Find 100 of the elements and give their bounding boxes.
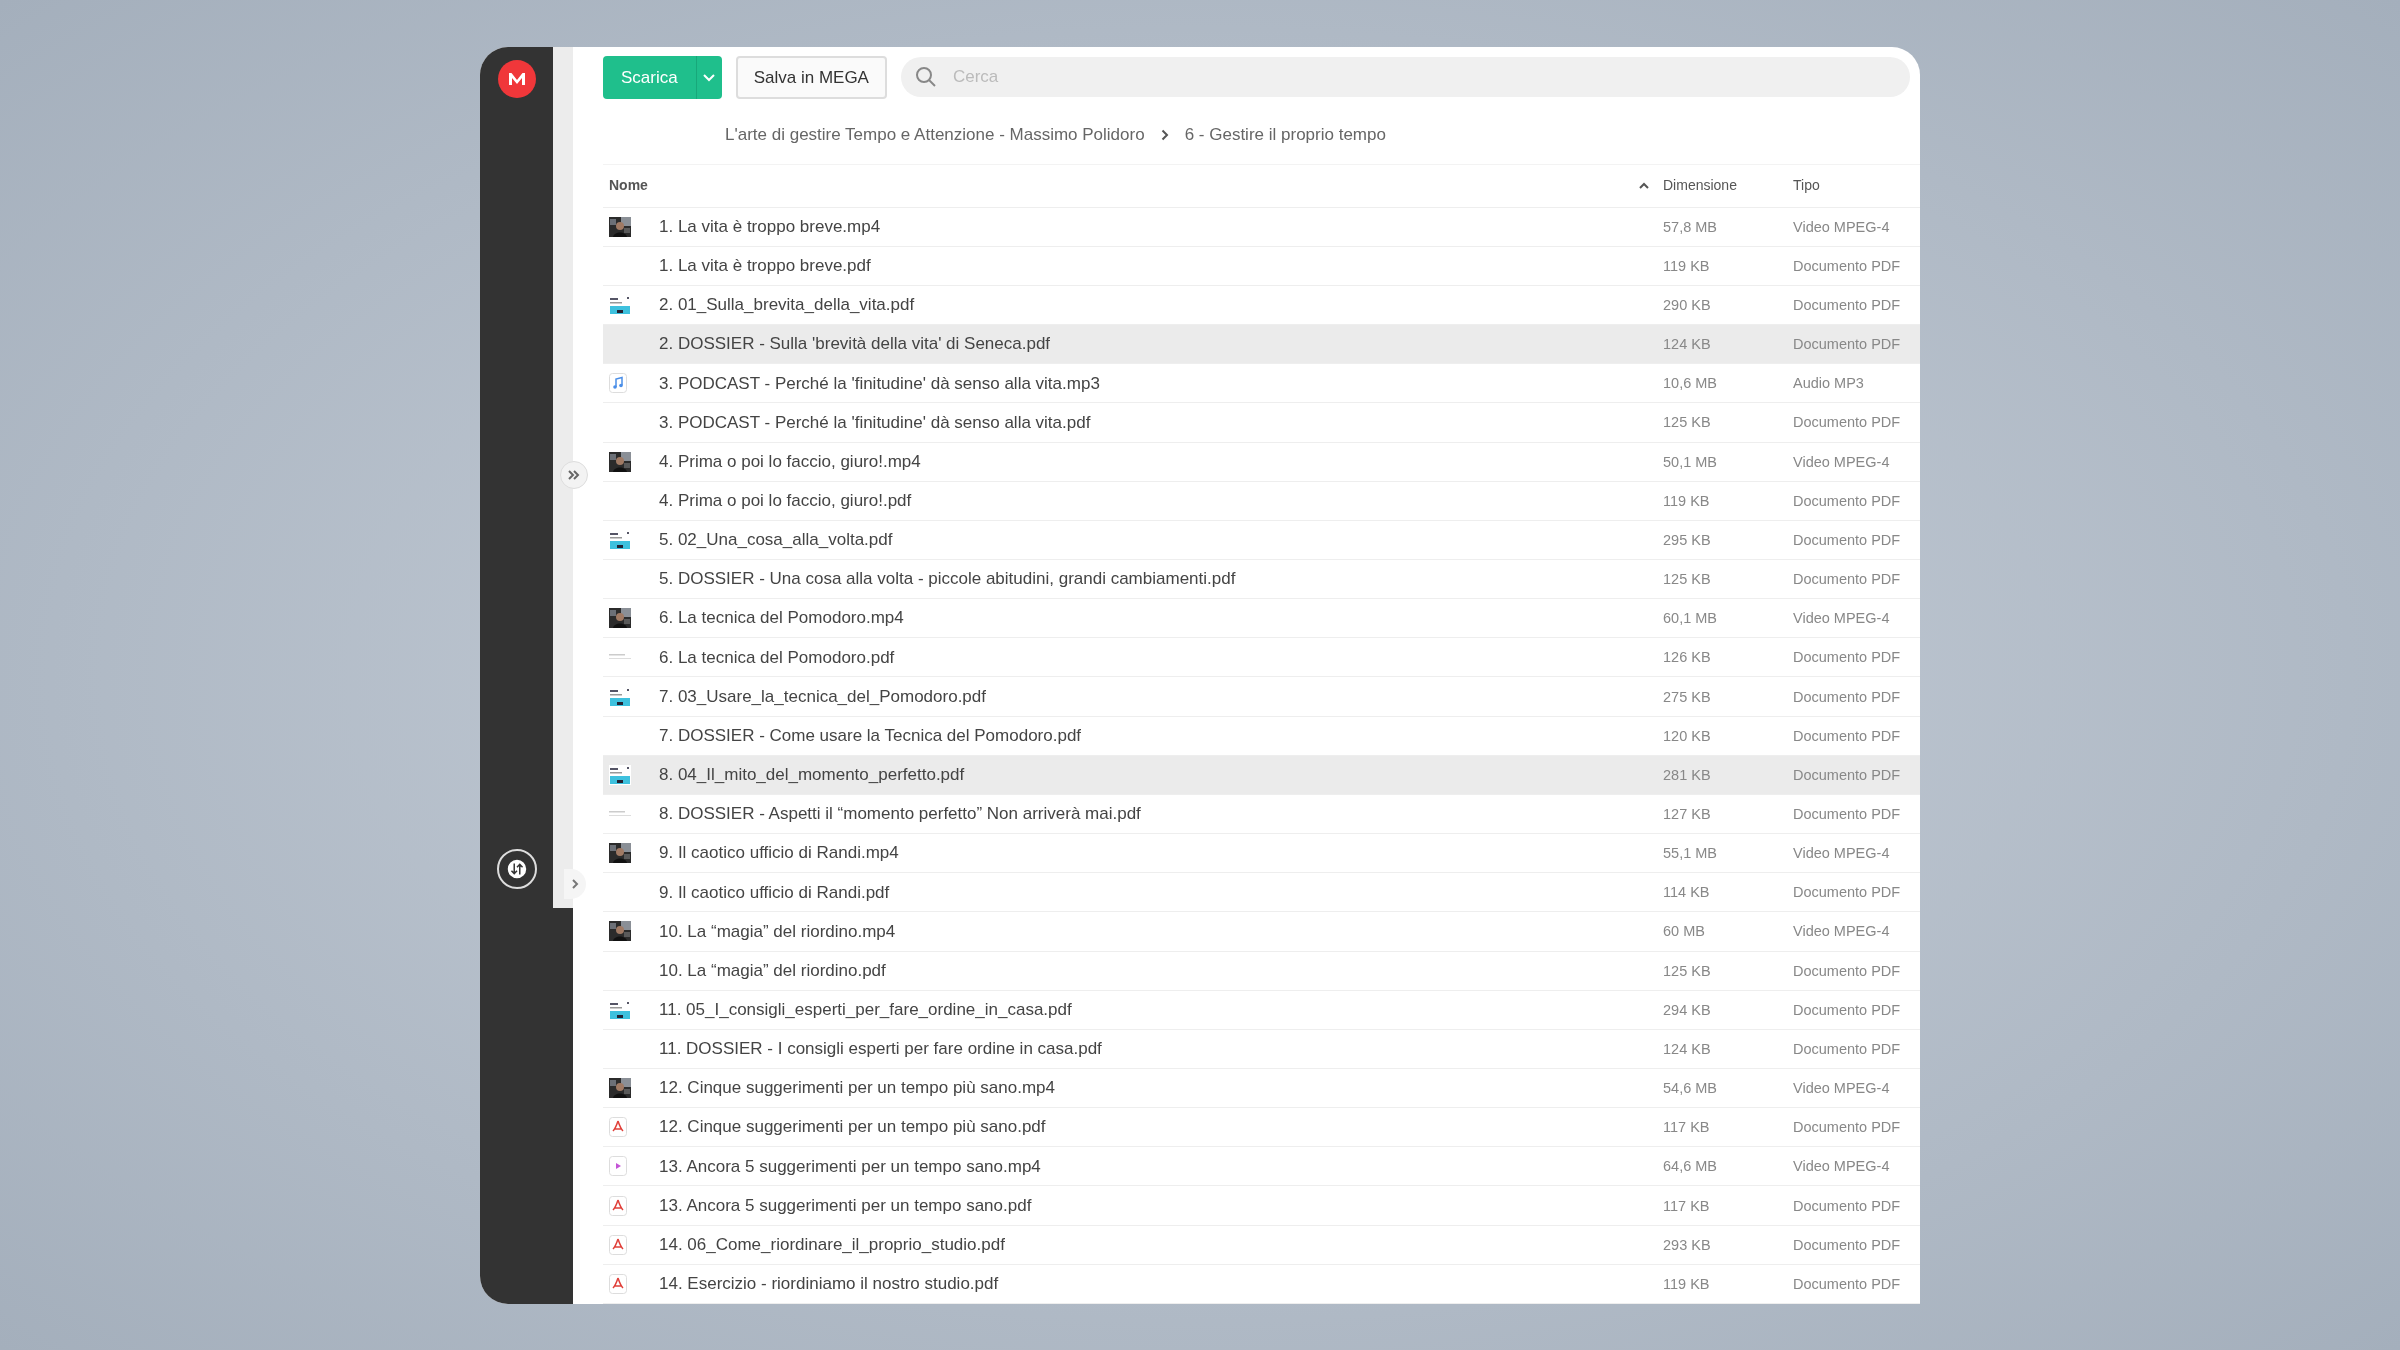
file-name[interactable]: 13. Ancora 5 suggerimenti per un tempo sano.mp4 xyxy=(659,1153,1041,1180)
pdf-file-icon xyxy=(609,1195,627,1216)
column-header[interactable]: Tipo xyxy=(1793,165,1920,207)
file-row[interactable]: 14. Esercizio - riordiniamo il nostro studio.pdf 119 KB Documento PDF xyxy=(603,1264,1920,1304)
file-name[interactable]: 12. Cinque suggerimenti per un tempo più sano.pdf xyxy=(659,1114,1046,1140)
file-row[interactable]: 9. Il caotico ufficio di Randi.mp4 55,1 MB Video MPEG-4 xyxy=(603,834,1920,874)
file-name[interactable]: 6. La tecnica del Pomodoro.mp4 xyxy=(659,605,904,631)
file-name[interactable]: 14. 06_Come_riordinare_il_proprio_studio.pdf xyxy=(659,1231,1005,1258)
save-to-cloud-button[interactable]: Salva in MEGA xyxy=(735,56,887,99)
file-size: 294 KB xyxy=(1663,1001,1711,1018)
file-size: 57,8 MB xyxy=(1663,218,1717,235)
file-row[interactable]: 12. Cinque suggerimenti per un tempo più sano.mp4 54,6 MB Video MPEG-4 xyxy=(603,1069,1920,1109)
chevron-right-icon[interactable] xyxy=(564,869,586,899)
file-row[interactable]: 1. La vita è troppo breve.mp4 57,8 MB Video MPEG-4 xyxy=(603,207,1920,247)
breadcrumb-link[interactable]: 6 - Gestire il proprio tempo xyxy=(1184,122,1386,148)
file-name[interactable]: 2. DOSSIER - Sulla 'brevità della vita' di Seneca.pdf xyxy=(659,331,1051,357)
file-size: 125 KB xyxy=(1663,414,1711,431)
file-type: Video MPEG-4 xyxy=(1793,1080,1890,1097)
file-type: Documento PDF xyxy=(1793,492,1901,509)
file-size: 119 KB xyxy=(1663,257,1710,274)
file-row[interactable]: 3. PODCAST - Perché la 'finitudine' dà senso alla vita.mp3 10,6 MB Audio MP3 xyxy=(603,364,1920,404)
file-name[interactable]: 1. La vita è troppo breve.pdf xyxy=(659,253,871,279)
document-thumbnail-icon xyxy=(609,686,631,707)
file-name[interactable]: 7. DOSSIER - Come usare la Tecnica del Pomodoro.pdf xyxy=(659,722,1082,749)
file-size: 124 KB xyxy=(1663,336,1711,353)
file-row[interactable]: 2. DOSSIER - Sulla 'brevità della vita' di Seneca.pdf 124 KB Documento PDF xyxy=(603,325,1920,365)
file-name[interactable]: 4. Prima o poi lo faccio, giuro!.pdf xyxy=(659,488,912,514)
file-type: Documento PDF xyxy=(1793,257,1901,274)
document-thumbnail-icon xyxy=(609,999,631,1020)
file-type: Documento PDF xyxy=(1793,414,1901,431)
file-name[interactable]: 10. La “magia” del riordino.mp4 xyxy=(659,918,896,945)
file-row[interactable]: 11. 05_I_consigli_esperti_per_fare_ordine_in_casa.pdf 294 KB Documento PDF xyxy=(603,990,1920,1030)
file-row[interactable]: 13. Ancora 5 suggerimenti per un tempo sano.mp4 64,6 MB Video MPEG-4 xyxy=(603,1147,1920,1187)
file-name[interactable]: 5. 02_Una_cosa_alla_volta.pdf xyxy=(659,527,893,553)
chevron-right-icon xyxy=(1160,128,1169,141)
file-type: Documento PDF xyxy=(1793,1197,1901,1214)
file-row[interactable]: 7. 03_Usare_la_tecnica_del_Pomodoro.pdf 275 KB Documento PDF xyxy=(603,677,1920,717)
file-type: Video MPEG-4 xyxy=(1793,610,1890,627)
file-name[interactable]: 1. La vita è troppo breve.mp4 xyxy=(659,213,881,240)
file-name[interactable]: 13. Ancora 5 suggerimenti per un tempo sano.pdf xyxy=(659,1192,1032,1219)
file-type: Video MPEG-4 xyxy=(1793,845,1890,862)
file-name[interactable]: 10. La “magia” del riordino.pdf xyxy=(659,957,886,984)
column-header[interactable]: Nome xyxy=(609,165,1663,207)
file-row[interactable]: 6. La tecnica del Pomodoro.mp4 60,1 MB Video MPEG-4 xyxy=(603,599,1920,639)
file-name[interactable]: 12. Cinque suggerimenti per un tempo più sano.mp4 xyxy=(659,1075,1055,1101)
file-row[interactable]: 9. Il caotico ufficio di Randi.pdf 114 KB Documento PDF xyxy=(603,873,1920,913)
file-size: 117 KB xyxy=(1663,1197,1710,1214)
file-row[interactable]: 5. DOSSIER - Una cosa alla volta - piccole abitudini, grandi cambiamenti.pdf 125 KB Documento PDF xyxy=(603,559,1920,600)
file-name[interactable]: 11. DOSSIER - I consigli esperti per fare ordine in casa.pdf xyxy=(659,1036,1102,1062)
file-row[interactable]: 7. DOSSIER - Come usare la Tecnica del Pomodoro.pdf 120 KB Documento PDF xyxy=(603,716,1920,756)
file-name[interactable]: 9. Il caotico ufficio di Randi.pdf xyxy=(659,879,890,906)
file-row[interactable]: 5. 02_Una_cosa_alla_volta.pdf 295 KB Documento PDF xyxy=(603,520,1920,560)
file-row[interactable]: 3. PODCAST - Perché la 'finitudine' dà senso alla vita.pdf 125 KB Documento PDF xyxy=(603,403,1920,443)
file-row[interactable]: 11. DOSSIER - I consigli esperti per fare ordine in casa.pdf 124 KB Documento PDF xyxy=(603,1029,1920,1069)
file-name[interactable]: 2. 01_Sulla_brevita_della_vita.pdf xyxy=(659,292,915,318)
sort-ascending-icon[interactable] xyxy=(1639,182,1649,190)
file-row[interactable]: 10. La “magia” del riordino.mp4 60 MB Video MPEG-4 xyxy=(603,912,1920,952)
file-row[interactable]: 1. La vita è troppo breve.pdf 119 KB Documento PDF xyxy=(603,246,1920,286)
breadcrumb-link[interactable]: L'arte di gestire Tempo e Attenzione - Massimo Polidoro xyxy=(725,122,1145,148)
logo-icon[interactable] xyxy=(497,60,536,98)
file-name[interactable]: 9. Il caotico ufficio di Randi.mp4 xyxy=(659,840,899,866)
transfers-icon[interactable] xyxy=(496,849,537,889)
file-row[interactable]: 13. Ancora 5 suggerimenti per un tempo sano.pdf 117 KB Documento PDF xyxy=(603,1186,1920,1226)
file-size: 55,1 MB xyxy=(1663,845,1717,862)
file-type: Documento PDF xyxy=(1793,1236,1901,1253)
file-row[interactable]: 4. Prima o poi lo faccio, giuro!.mp4 50,1 MB Video MPEG-4 xyxy=(603,442,1920,482)
file-type: Video MPEG-4 xyxy=(1793,923,1890,940)
file-row[interactable]: 6. La tecnica del Pomodoro.pdf 126 KB Documento PDF xyxy=(603,638,1920,678)
file-row[interactable]: 14. 06_Come_riordinare_il_proprio_studio.pdf 293 KB Documento PDF xyxy=(603,1225,1920,1265)
column-header[interactable]: Dimensione xyxy=(1663,165,1793,207)
file-name[interactable]: 3. PODCAST - Perché la 'finitudine' dà senso alla vita.mp3 xyxy=(659,370,1100,396)
file-type: Documento PDF xyxy=(1793,766,1901,783)
file-size: 10,6 MB xyxy=(1663,375,1717,392)
file-size: 119 KB xyxy=(1663,492,1710,509)
file-name[interactable]: 6. La tecnica del Pomodoro.pdf xyxy=(659,644,895,671)
file-name[interactable]: 3. PODCAST - Perché la 'finitudine' dà senso alla vita.pdf xyxy=(659,409,1091,436)
file-name[interactable]: 11. 05_I_consigli_esperti_per_fare_ordine_in_casa.pdf xyxy=(659,997,1072,1023)
file-row[interactable]: 10. La “magia” del riordino.pdf 125 KB Documento PDF xyxy=(603,951,1920,991)
file-size: 125 KB xyxy=(1663,962,1711,979)
file-type: Documento PDF xyxy=(1793,688,1901,705)
music-note-icon xyxy=(609,373,627,394)
document-thumbnail-icon xyxy=(609,294,631,315)
file-name[interactable]: 8. 04_Il_mito_del_momento_perfetto.pdf xyxy=(659,762,965,788)
file-type: Video MPEG-4 xyxy=(1793,1158,1890,1175)
file-type: Documento PDF xyxy=(1793,806,1901,822)
file-name[interactable]: 7. 03_Usare_la_tecnica_del_Pomodoro.pdf xyxy=(659,683,986,710)
file-row[interactable]: 8. 04_Il_mito_del_momento_perfetto.pdf 281 KB Documento PDF xyxy=(603,755,1920,795)
file-name[interactable]: 14. Esercizio - riordiniamo il nostro studio.pdf xyxy=(659,1271,999,1297)
file-row[interactable]: 12. Cinque suggerimenti per un tempo più sano.pdf 117 KB Documento PDF xyxy=(603,1108,1920,1148)
file-name[interactable]: 5. DOSSIER - Una cosa alla volta - piccole abitudini, grandi cambiamenti.pdf xyxy=(659,566,1236,592)
video-file-icon xyxy=(609,1156,627,1177)
pdf-file-icon xyxy=(609,1234,627,1255)
file-row[interactable]: 4. Prima o poi lo faccio, giuro!.pdf 119 KB Documento PDF xyxy=(603,481,1920,521)
file-type: Documento PDF xyxy=(1793,1001,1901,1018)
file-size: 293 KB xyxy=(1663,1236,1711,1253)
file-name[interactable]: 4. Prima o poi lo faccio, giuro!.mp4 xyxy=(659,448,921,475)
file-name[interactable]: 8. DOSSIER - Aspetti il “momento perfetto” Non arriverà mai.pdf xyxy=(659,801,1141,827)
file-row[interactable]: 8. DOSSIER - Aspetti il “momento perfetto” Non arriverà mai.pdf 127 KB Documento PDF xyxy=(603,794,1920,835)
file-size: 281 KB xyxy=(1663,766,1711,783)
file-type: Documento PDF xyxy=(1793,1040,1901,1057)
